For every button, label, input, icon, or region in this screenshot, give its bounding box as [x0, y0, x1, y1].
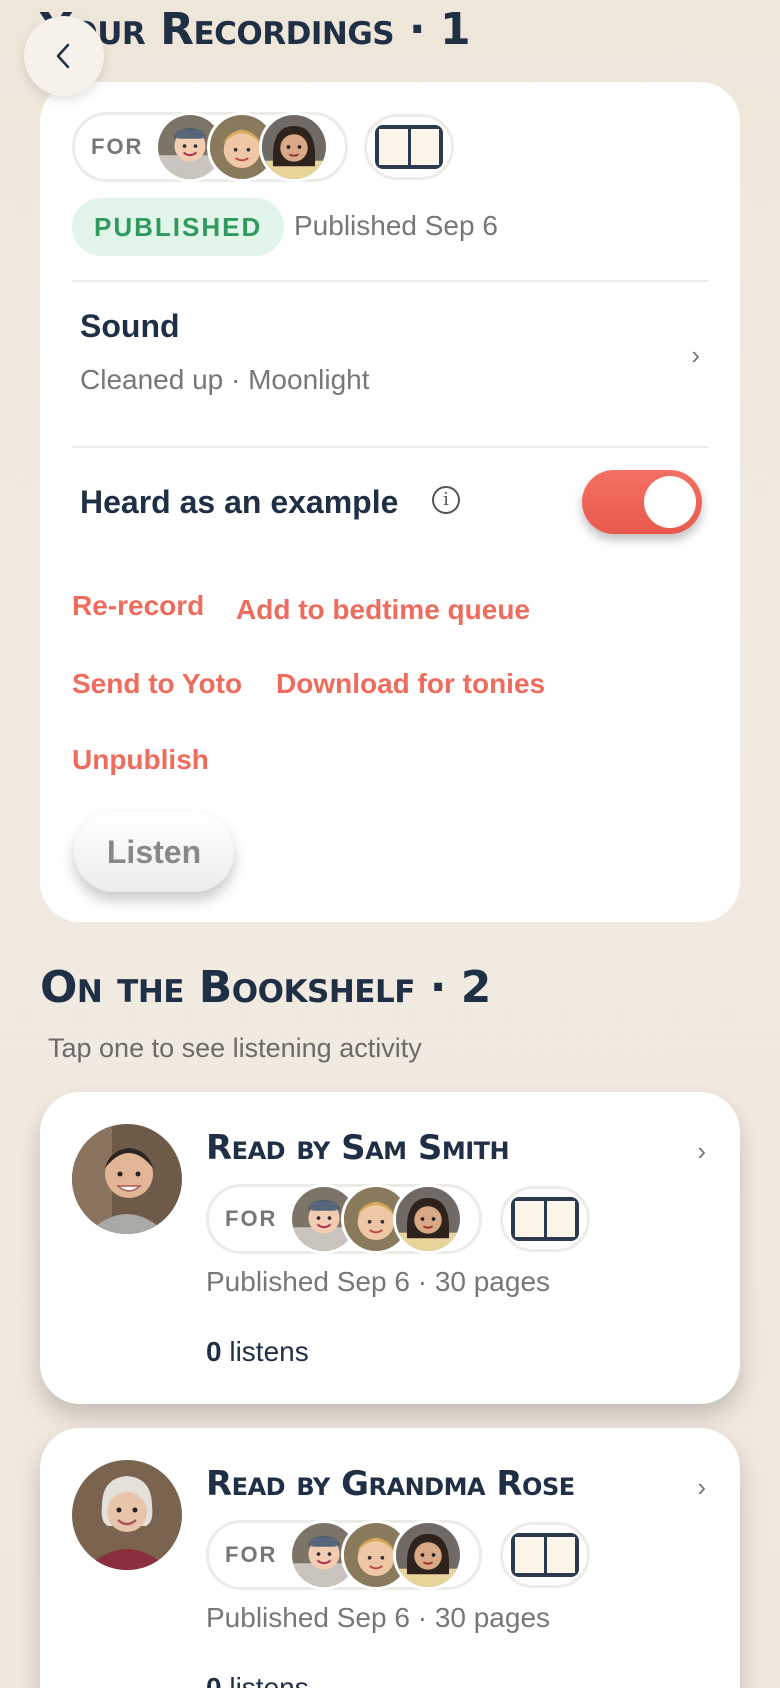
reader-name: Read by Sam Smith — [206, 1128, 510, 1168]
for-pill: FOR — [206, 1520, 482, 1590]
book-format-button[interactable] — [364, 114, 454, 180]
for-pill: FOR — [206, 1184, 482, 1254]
recording-card: FOR PUBLISHED Published Sep 6 Sound Clea… — [40, 82, 740, 922]
for-label: FOR — [225, 1542, 278, 1567]
status-badge: PUBLISHED — [72, 198, 285, 256]
bookshelf-title: On the Bookshelf · 2 — [40, 962, 491, 1013]
sound-title: Sound — [80, 308, 180, 344]
kid-avatar — [393, 1184, 463, 1254]
book-format-indicator — [500, 1522, 590, 1588]
toggle-knob — [644, 476, 696, 528]
chevron-right-icon: › — [697, 1136, 706, 1166]
kids-avatars — [289, 1520, 479, 1590]
listens-label: listens — [221, 1672, 309, 1688]
bookshelf-item[interactable]: Read by Sam Smith › FOR Published Sep 6 … — [40, 1092, 740, 1404]
chevron-right-icon: › — [691, 340, 700, 370]
kids-avatars — [289, 1184, 479, 1254]
listens-count: 0 listens — [206, 1336, 309, 1368]
unpublish-link[interactable]: Unpublish — [72, 744, 209, 776]
for-label: FOR — [225, 1206, 278, 1231]
listen-button[interactable]: Listen — [74, 812, 234, 892]
item-meta: Published Sep 6 · 30 pages — [206, 1266, 551, 1297]
kids-avatars — [155, 112, 345, 182]
info-icon[interactable]: i — [432, 486, 460, 514]
kid-avatar — [393, 1520, 463, 1590]
example-toggle[interactable] — [582, 470, 702, 534]
listens-number: 0 — [206, 1336, 222, 1367]
book-icon — [511, 1197, 579, 1241]
back-button[interactable] — [24, 16, 104, 96]
bookshelf-subtitle: Tap one to see listening activity — [48, 1033, 422, 1063]
book-icon — [511, 1533, 579, 1577]
divider — [72, 446, 708, 448]
reader-avatar — [72, 1124, 182, 1234]
re-record-link[interactable]: Re-record — [72, 590, 204, 622]
recordings-title: Your Recordings · 1 — [40, 4, 471, 55]
book-format-indicator — [500, 1186, 590, 1252]
chevron-right-icon: › — [697, 1472, 706, 1502]
listens-count: 0 listens — [206, 1672, 309, 1688]
bookshelf-item[interactable]: Read by Grandma Rose › FOR Published Sep… — [40, 1428, 740, 1688]
book-icon — [375, 125, 443, 169]
for-pill[interactable]: FOR — [72, 112, 348, 182]
for-label: FOR — [91, 134, 144, 159]
add-to-bedtime-queue-link[interactable]: Add to bedtime queue — [236, 594, 530, 626]
kid-avatar — [259, 112, 329, 182]
listens-number: 0 — [206, 1672, 222, 1688]
sound-row[interactable]: Sound Cleaned up · Moonlight › — [40, 282, 740, 442]
item-meta: Published Sep 6 · 30 pages — [206, 1602, 551, 1633]
download-for-tonies-link[interactable]: Download for tonies — [276, 668, 545, 700]
published-date: Published Sep 6 — [294, 210, 498, 241]
chevron-left-icon — [56, 43, 70, 69]
example-toggle-row: Heard as an example i — [40, 462, 740, 542]
reader-avatar — [72, 1460, 182, 1570]
example-toggle-label: Heard as an example — [80, 484, 399, 520]
sound-subtitle: Cleaned up · Moonlight — [80, 364, 370, 395]
listens-label: listens — [221, 1336, 309, 1367]
send-to-yoto-link[interactable]: Send to Yoto — [72, 668, 242, 700]
reader-name: Read by Grandma Rose — [206, 1464, 575, 1504]
